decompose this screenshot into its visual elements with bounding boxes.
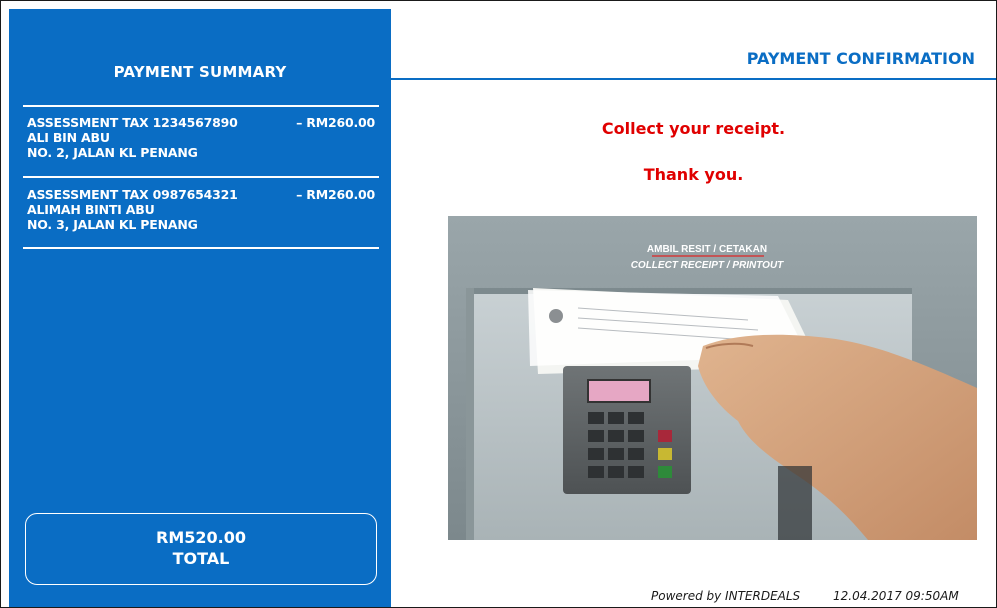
summary-item-2-name: ALIMAH BINTI ABU bbox=[27, 202, 155, 217]
summary-item-1-name: ALI BIN ABU bbox=[27, 130, 110, 145]
sign-text-line-2: COLLECT RECEIPT / PRINTOUT bbox=[631, 260, 784, 271]
collect-receipt-message: Collect your receipt. bbox=[601, 119, 786, 138]
summary-item-1-header: ASSESSMENT TAX 1234567890 – RM260.00 bbox=[27, 115, 383, 130]
total-label: TOTAL bbox=[172, 549, 230, 568]
total-box: RM520.00 TOTAL bbox=[25, 513, 377, 585]
payment-summary-panel: PAYMENT SUMMARY ASSESSMENT TAX 123456789… bbox=[9, 9, 391, 607]
kiosk-screen: PAYMENT SUMMARY ASSESSMENT TAX 123456789… bbox=[0, 0, 997, 608]
summary-item-1-address: NO. 2, JALAN KL PENANG bbox=[27, 145, 198, 160]
payment-summary-title: PAYMENT SUMMARY bbox=[113, 63, 287, 81]
receipt-slot-photo: AMBIL RESIT / CETAKAN COLLECT RECEIPT / … bbox=[448, 216, 977, 540]
total-amount: RM520.00 bbox=[156, 528, 246, 547]
thank-you-message: Thank you. bbox=[643, 165, 744, 184]
summary-item-2-address: NO. 3, JALAN KL PENANG bbox=[27, 217, 198, 232]
summary-item-1-amount: – RM260.00 bbox=[296, 115, 375, 130]
confirmation-divider bbox=[391, 78, 996, 80]
sign-text-line-1: AMBIL RESIT / CETAKAN bbox=[647, 244, 767, 255]
summary-item-2-amount: – RM260.00 bbox=[296, 187, 375, 202]
datetime-text: 12.04.2017 09:50AM bbox=[833, 589, 959, 603]
summary-item-1: ASSESSMENT TAX 1234567890 – RM260.00 ALI… bbox=[27, 115, 383, 160]
summary-divider-bottom bbox=[23, 247, 379, 249]
summary-item-2-label: ASSESSMENT TAX 0987654321 bbox=[27, 187, 238, 202]
receipt-slot-illustration: AMBIL RESIT / CETAKAN COLLECT RECEIPT / … bbox=[448, 216, 977, 540]
summary-divider-middle bbox=[23, 176, 379, 178]
payment-confirmation-title: PAYMENT CONFIRMATION bbox=[746, 49, 975, 68]
summary-item-2: ASSESSMENT TAX 0987654321 – RM260.00 ALI… bbox=[27, 187, 383, 232]
summary-item-2-header: ASSESSMENT TAX 0987654321 – RM260.00 bbox=[27, 187, 383, 202]
summary-divider-top bbox=[23, 105, 379, 107]
powered-by-text: Powered by INTERDEALS bbox=[651, 589, 801, 603]
summary-item-1-label: ASSESSMENT TAX 1234567890 bbox=[27, 115, 238, 130]
